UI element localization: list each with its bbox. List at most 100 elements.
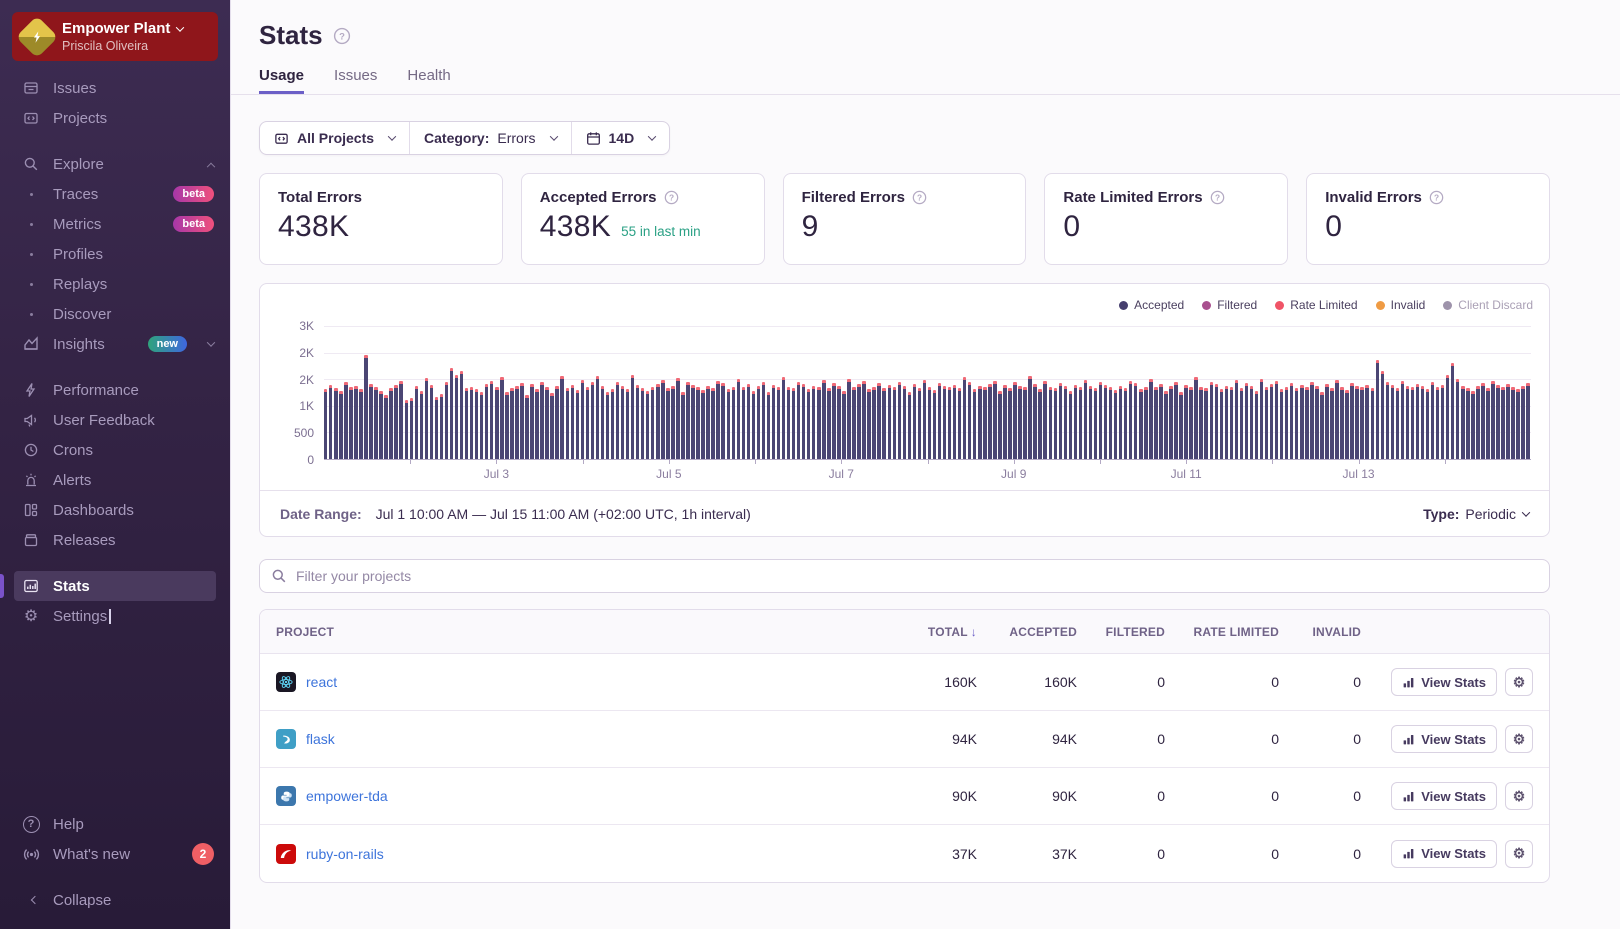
legend-item-invalid[interactable]: Invalid	[1376, 298, 1426, 312]
view-stats-button[interactable]: View Stats	[1391, 840, 1497, 868]
tab-health[interactable]: Health	[407, 67, 450, 94]
project-settings-button[interactable]: ⚙	[1505, 668, 1533, 696]
bar-segment-accepted	[1386, 385, 1389, 459]
stat-card-value: 9	[802, 210, 819, 244]
bar-segment-accepted	[545, 390, 548, 459]
chart-bar	[1290, 383, 1293, 459]
sidebar-collapse-button[interactable]: Collapse	[0, 885, 230, 915]
legend-item-filtered[interactable]: Filtered	[1202, 298, 1257, 312]
sidebar-item-alerts[interactable]: Alerts	[0, 465, 230, 495]
sidebar-item-stats[interactable]: Stats	[14, 571, 216, 601]
sidebar-item-projects[interactable]: Projects	[0, 103, 230, 133]
sidebar-item-releases[interactable]: Releases	[0, 525, 230, 555]
bar-segment-accepted	[1521, 389, 1524, 459]
bar-segment-accepted	[1104, 388, 1107, 459]
project-filter-button[interactable]: All Projects	[260, 122, 409, 154]
view-stats-button[interactable]: View Stats	[1391, 782, 1497, 810]
chart-bar	[1381, 371, 1384, 459]
type-selector[interactable]: Type: Periodic	[1423, 506, 1529, 522]
bar-segment-accepted	[1094, 391, 1097, 459]
sidebar-item-settings[interactable]: ⚙ Settings	[0, 601, 230, 631]
chart-bar	[1466, 388, 1469, 459]
chart-bar	[993, 381, 996, 459]
help-icon[interactable]: ?	[1210, 190, 1225, 205]
help-icon[interactable]: ?	[1429, 190, 1444, 205]
bar-segment-accepted	[762, 385, 765, 459]
stat-card-value: 0	[1063, 210, 1080, 244]
chart-bar	[651, 387, 654, 459]
sidebar-item-metrics[interactable]: Metrics beta	[0, 209, 230, 239]
column-header-filtered[interactable]: FILTERED	[1077, 625, 1165, 639]
bar-segment-accepted	[1441, 388, 1444, 459]
view-stats-button[interactable]: View Stats	[1391, 725, 1497, 753]
sidebar-item-user-feedback[interactable]: User Feedback	[0, 405, 230, 435]
project-settings-button[interactable]: ⚙	[1505, 782, 1533, 810]
sidebar-item-discover[interactable]: Discover	[0, 299, 230, 329]
legend-item-accepted[interactable]: Accepted	[1119, 298, 1184, 312]
bar-segment-accepted	[1360, 390, 1363, 459]
chart-bar	[1461, 386, 1464, 459]
project-settings-button[interactable]: ⚙	[1505, 725, 1533, 753]
column-header-accepted[interactable]: ACCEPTED	[977, 625, 1077, 639]
project-link[interactable]: empower-tda	[306, 788, 388, 804]
legend-item-rate-limited[interactable]: Rate Limited	[1275, 298, 1357, 312]
bar-segment-accepted	[1119, 389, 1122, 459]
sidebar-item-whats-new[interactable]: What's new 2	[0, 839, 230, 869]
column-header-total[interactable]: TOTAL↓	[865, 625, 977, 639]
sidebar-item-issues[interactable]: Issues	[0, 73, 230, 103]
date-range-button[interactable]: 14D	[571, 122, 670, 154]
category-filter-button[interactable]: Category: Errors	[409, 122, 570, 154]
bar-segment-accepted	[1486, 391, 1489, 459]
column-header-project[interactable]: PROJECT	[276, 625, 865, 639]
chart-bar	[576, 390, 579, 459]
column-header-invalid[interactable]: INVALID	[1279, 625, 1361, 639]
column-header-rate-limited[interactable]: RATE LIMITED	[1165, 625, 1279, 639]
bar-segment-accepted	[460, 374, 463, 459]
tab-issues[interactable]: Issues	[334, 67, 377, 94]
sidebar-item-replays[interactable]: Replays	[0, 269, 230, 299]
sidebar-item-insights[interactable]: Insights new	[0, 329, 230, 359]
bar-segment-accepted	[480, 395, 483, 459]
chart-bar	[1054, 388, 1057, 459]
chart-bar	[1325, 384, 1328, 459]
chart-bar	[571, 385, 574, 459]
page-help-icon[interactable]: ?	[333, 27, 351, 45]
sidebar-item-help[interactable]: ? Help	[0, 809, 230, 839]
chart-bar	[1310, 382, 1313, 459]
sidebar-item-performance[interactable]: Performance	[0, 375, 230, 405]
chart-bar	[1008, 388, 1011, 459]
tab-usage[interactable]: Usage	[259, 67, 304, 94]
project-search-input[interactable]	[259, 559, 1550, 593]
help-icon[interactable]: ?	[664, 190, 679, 205]
project-link[interactable]: flask	[306, 731, 335, 747]
chart-bar	[807, 389, 810, 459]
flask-platform-icon	[276, 729, 296, 749]
help-icon[interactable]: ?	[912, 190, 927, 205]
sidebar-item-crons[interactable]: Crons	[0, 435, 230, 465]
chart-bar	[1300, 385, 1303, 459]
bar-segment-accepted	[1481, 386, 1484, 459]
stat-card-filtered-errors: Filtered Errors?9	[783, 173, 1027, 265]
legend-item-client-discard[interactable]: Client Discard	[1443, 298, 1533, 312]
chart-bar	[842, 391, 845, 459]
chart-bar	[1335, 380, 1338, 459]
project-settings-button[interactable]: ⚙	[1505, 840, 1533, 868]
sidebar-item-dashboards[interactable]: Dashboards	[0, 495, 230, 525]
view-stats-button[interactable]: View Stats	[1391, 668, 1497, 696]
chart-bar	[525, 395, 528, 460]
sidebar-item-label: Help	[53, 816, 84, 833]
sidebar-item-traces[interactable]: Traces beta	[0, 179, 230, 209]
chart-bar	[1169, 386, 1172, 459]
chart-bar	[968, 382, 971, 459]
row-actions: View Stats ⚙	[1361, 840, 1533, 868]
org-switcher[interactable]: Empower Plant Priscila Oliveira	[12, 12, 218, 61]
bar-segment-accepted	[581, 383, 584, 459]
sidebar-item-explore[interactable]: Explore	[0, 149, 230, 179]
bar-segment-accepted	[1159, 387, 1162, 459]
chart-bar	[1204, 388, 1207, 459]
project-link[interactable]: react	[306, 674, 337, 690]
bar-segment-accepted	[1114, 393, 1117, 459]
project-link[interactable]: ruby-on-rails	[306, 846, 384, 862]
sidebar-item-profiles[interactable]: Profiles	[0, 239, 230, 269]
x-tick-label: Jul 7	[829, 467, 854, 481]
